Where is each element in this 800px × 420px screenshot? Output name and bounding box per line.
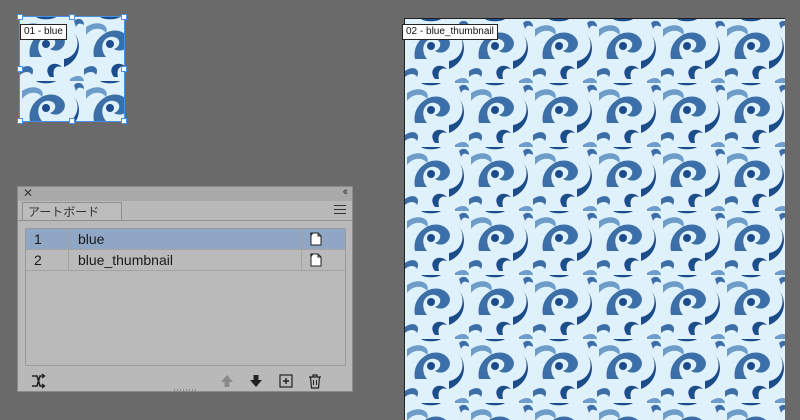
collapse-icon[interactable]: ‹‹ — [343, 186, 349, 198]
artboard-label-blue[interactable]: 01 - blue — [20, 24, 67, 40]
artboard-row-2[interactable]: 2 blue_thumbnail — [26, 250, 345, 271]
selection-handle-bl[interactable] — [17, 118, 23, 124]
artboard-blue-thumbnail-pattern — [405, 19, 785, 420]
selection-handle-tr[interactable] — [121, 14, 127, 20]
artboard-row-name[interactable]: blue — [78, 231, 104, 247]
selection-handle-ml[interactable] — [17, 66, 23, 72]
selection-handle-bc[interactable] — [69, 118, 75, 124]
selection-handle-tc[interactable] — [69, 14, 75, 20]
artboard-row-number: 1 — [34, 231, 42, 247]
rearrange-icon[interactable] — [30, 373, 46, 389]
artboard-row-name[interactable]: blue_thumbnail — [78, 252, 173, 268]
panel-resize-grip[interactable] — [174, 389, 196, 392]
move-down-icon[interactable] — [248, 373, 264, 389]
delete-icon[interactable] — [307, 373, 323, 389]
artboards-panel: ✕ ‹‹ アートボード 1 blue 2 blue_thumbnail — [17, 186, 353, 392]
artboard-row-1[interactable]: 1 blue — [26, 229, 345, 250]
artboard-options-icon[interactable] — [310, 232, 322, 246]
tab-artboards[interactable]: アートボード — [22, 202, 122, 220]
selection-handle-br[interactable] — [121, 118, 127, 124]
column-divider — [68, 250, 69, 270]
tab-divider — [18, 220, 352, 221]
close-icon[interactable]: ✕ — [23, 186, 33, 200]
panel-title-bar[interactable]: ✕ ‹‹ — [18, 186, 352, 201]
move-up-icon[interactable] — [219, 373, 235, 389]
panel-toolbar — [18, 369, 352, 391]
selection-handle-tl[interactable] — [17, 14, 23, 20]
column-divider — [301, 250, 302, 270]
artboard-list[interactable]: 1 blue 2 blue_thumbnail — [25, 228, 346, 366]
column-divider — [301, 229, 302, 249]
column-divider — [68, 229, 69, 249]
panel-menu-icon[interactable] — [334, 205, 346, 215]
selection-handle-mr[interactable] — [121, 66, 127, 72]
new-artboard-icon[interactable] — [278, 373, 294, 389]
artboard-row-number: 2 — [34, 252, 42, 268]
artboard-label-blue-thumbnail[interactable]: 02 - blue_thumbnail — [402, 24, 498, 40]
artboard-options-icon[interactable] — [310, 253, 322, 267]
artboard-blue-thumbnail[interactable] — [404, 18, 785, 420]
